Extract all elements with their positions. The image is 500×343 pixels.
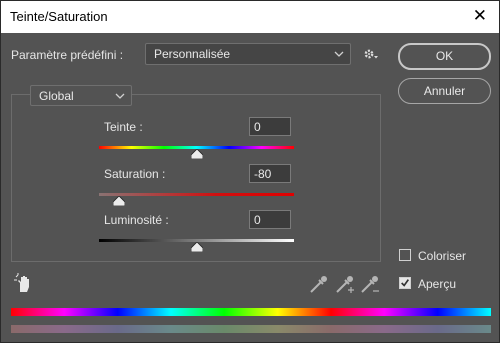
chevron-down-icon [115, 93, 125, 99]
channel-select[interactable]: Global [30, 85, 132, 106]
saturation-input[interactable]: -80 [249, 164, 291, 183]
hue-slider-thumb[interactable] [190, 149, 203, 159]
chevron-down-icon [334, 51, 344, 57]
close-icon[interactable]: ✕ [473, 7, 487, 25]
input-spectrum-bar [11, 308, 491, 316]
preset-label: Paramètre prédéfini : [11, 48, 124, 62]
cancel-button[interactable]: Annuler [398, 78, 491, 104]
saturation-label: Saturation : [104, 167, 166, 181]
preset-select[interactable]: Personnalisée [145, 43, 351, 65]
lightness-label: Luminosité : [104, 213, 169, 227]
gear-icon[interactable] [363, 47, 379, 61]
adjustment-group [11, 94, 381, 262]
hue-input[interactable]: 0 [249, 117, 291, 136]
checkmark-icon [401, 279, 410, 287]
lightness-input[interactable]: 0 [249, 210, 291, 229]
title-bar: Teinte/Saturation ✕ [1, 1, 499, 33]
lightness-slider-thumb[interactable] [190, 242, 203, 252]
channel-value: Global [39, 89, 74, 103]
saturation-slider-track[interactable] [99, 193, 294, 196]
output-spectrum-bar [11, 325, 491, 333]
colorize-checkbox[interactable] [399, 249, 411, 261]
eyedropper-plus-icon[interactable] [334, 273, 356, 295]
dialog-window: Teinte/Saturation ✕ Paramètre prédéfini … [0, 0, 500, 343]
colorize-label: Coloriser [418, 249, 467, 263]
hand-target-icon[interactable] [13, 272, 35, 294]
eyedropper-minus-icon[interactable] [359, 273, 381, 295]
preset-value: Personnalisée [154, 47, 231, 61]
eyedropper-icon[interactable] [308, 273, 330, 295]
preview-label: Aperçu [418, 277, 457, 291]
saturation-slider-thumb[interactable] [112, 196, 125, 206]
preview-checkbox[interactable] [399, 277, 411, 289]
ok-button[interactable]: OK [398, 43, 491, 70]
window-title: Teinte/Saturation [10, 9, 108, 24]
hue-label: Teinte : [104, 120, 143, 134]
